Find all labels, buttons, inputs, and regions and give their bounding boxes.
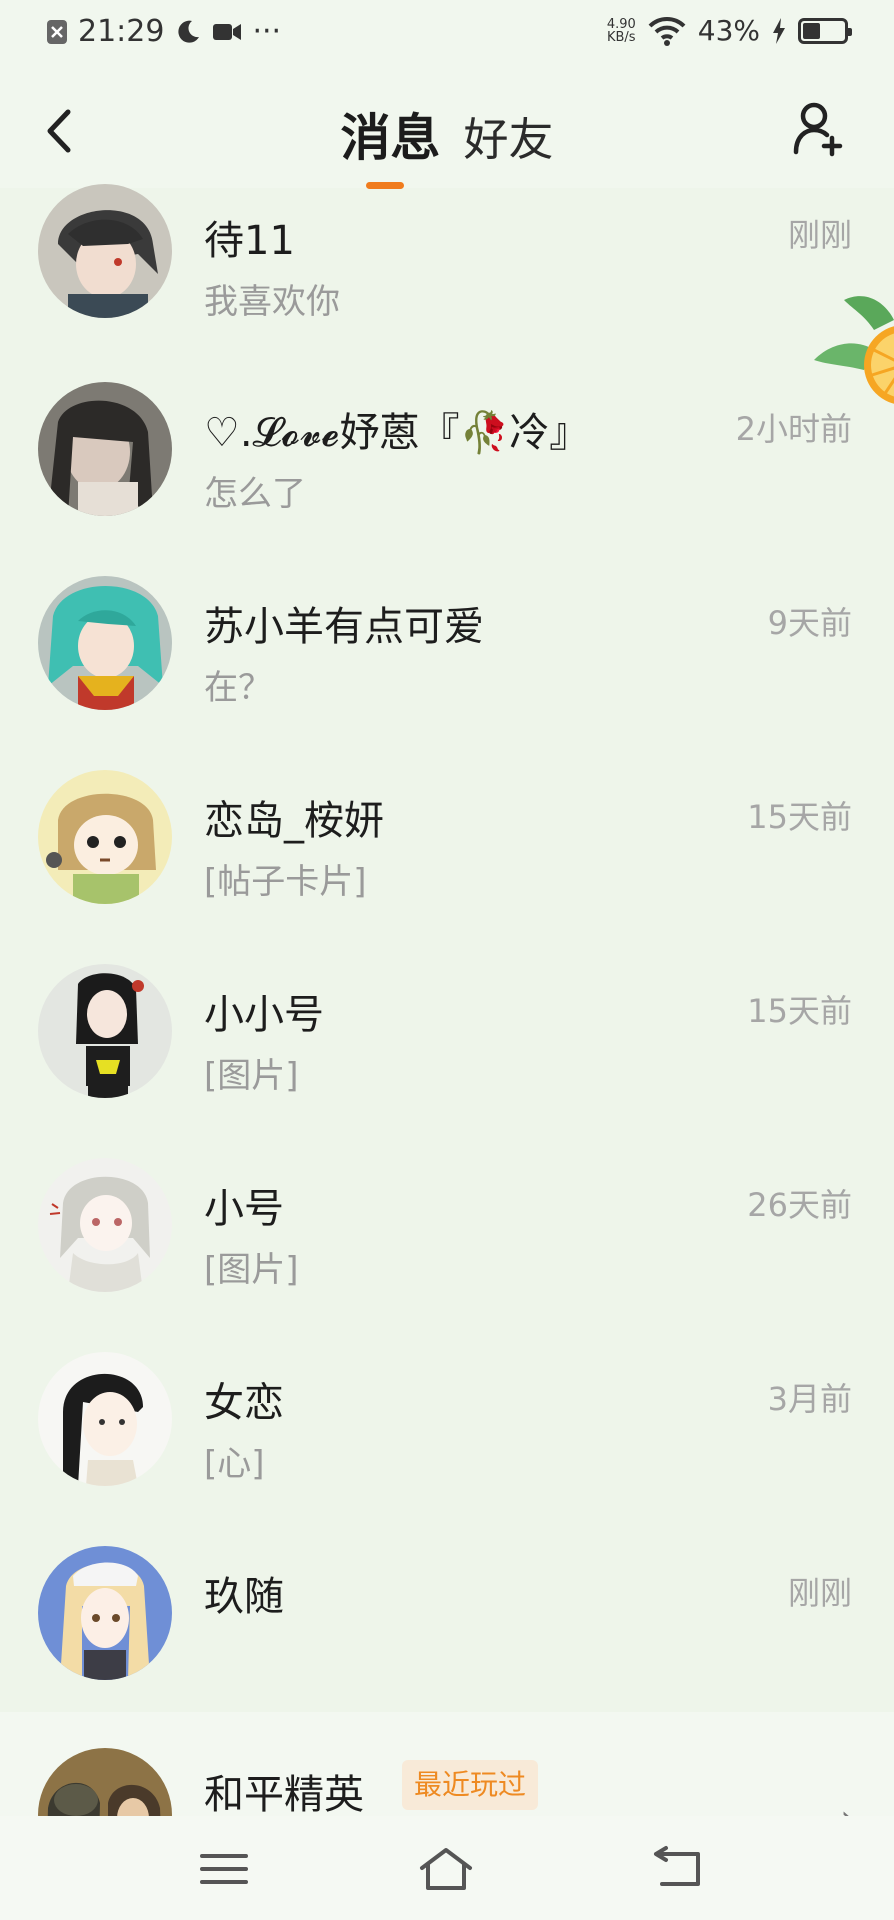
net-speed-unit: KB/s xyxy=(606,29,636,45)
conversation-item[interactable]: 待11 我喜欢你 刚刚 xyxy=(0,184,894,382)
message-time: 26天前 xyxy=(747,1186,852,1224)
status-bar: 21:29 ··· 4.90 KB/s 43% xyxy=(0,0,894,70)
conversation-item[interactable]: 苏小羊有点可爱 在？ 9天前 xyxy=(0,576,894,770)
conversation-item[interactable]: 小号 [图片] 26天前 xyxy=(0,1158,894,1352)
message-time: 刚刚 xyxy=(787,1574,852,1612)
contact-name: ♡.𝓛𝓸𝓿𝓮妤蒽『🥀冷』 xyxy=(204,410,590,456)
contact-name: 小小号 xyxy=(204,992,324,1038)
avatar[interactable] xyxy=(38,770,172,904)
avatar[interactable] xyxy=(38,1546,172,1680)
status-left: 21:29 ··· xyxy=(46,14,281,49)
home-icon[interactable] xyxy=(416,1844,476,1894)
last-message: 怎么了 xyxy=(204,474,306,514)
moon-icon xyxy=(178,20,200,43)
message-time: 15天前 xyxy=(747,992,852,1030)
charging-icon xyxy=(773,17,785,44)
last-message: 我喜欢你 xyxy=(204,282,340,322)
message-time: 刚刚 xyxy=(787,216,852,254)
add-friend-icon[interactable] xyxy=(792,100,844,158)
avatar[interactable] xyxy=(38,1158,172,1292)
header-tabs: 消息 好友 xyxy=(0,98,894,170)
conversation-item[interactable]: 恋岛_桉妍 [帖子卡片] 15天前 xyxy=(0,770,894,964)
battery-level xyxy=(803,22,821,39)
avatar[interactable] xyxy=(38,382,172,516)
last-message: [图片] xyxy=(204,1250,299,1290)
tab-messages[interactable]: 消息 xyxy=(340,109,440,167)
avatar[interactable] xyxy=(38,1352,172,1486)
battery-percent: 43% xyxy=(697,14,760,47)
net-speed-value: 4.90 xyxy=(606,16,636,32)
battery-icon xyxy=(798,17,852,44)
contact-name: 小号 xyxy=(204,1186,284,1232)
wifi-icon xyxy=(648,16,686,46)
recently-played-badge: 最近玩过 xyxy=(402,1760,539,1810)
game-name: 和平精英 xyxy=(204,1772,364,1818)
game-entry[interactable]: 和平精英 最近玩过 › xyxy=(0,1712,894,1882)
header: 消息 好友 xyxy=(0,70,894,189)
message-time: 2小时前 xyxy=(735,410,852,448)
net-speed: 4.90 KB/s xyxy=(607,18,636,44)
conversation-item[interactable]: ♡.𝓛𝓸𝓿𝓮妤蒽『🥀冷』 怎么了 2小时前 xyxy=(0,382,894,576)
conversation-list: 待11 我喜欢你 刚刚 ♡.𝓛𝓸𝓿𝓮妤蒽『🥀冷』 怎么了 2小时前 苏小羊有点可… xyxy=(0,184,894,1740)
video-icon xyxy=(213,23,242,40)
message-time: 3月前 xyxy=(767,1380,852,1418)
conversation-item[interactable]: 玖随 刚刚 xyxy=(0,1546,894,1740)
status-time: 21:29 xyxy=(78,14,165,49)
contact-name: 苏小羊有点可爱 xyxy=(204,604,484,650)
last-message: [帖子卡片] xyxy=(204,862,367,902)
conversation-item[interactable]: 小小号 [图片] 15天前 xyxy=(0,964,894,1158)
last-message: 在？ xyxy=(204,668,272,708)
notification-icon xyxy=(47,19,67,44)
message-time: 15天前 xyxy=(747,798,852,836)
back-nav-icon[interactable] xyxy=(650,1844,710,1894)
tab-friends[interactable]: 好友 xyxy=(464,113,554,166)
status-right: 4.90 KB/s 43% xyxy=(607,14,852,47)
avatar[interactable] xyxy=(38,576,172,710)
conversation-item[interactable]: 女恋 [心] 3月前 xyxy=(0,1352,894,1546)
contact-name: 恋岛_桉妍 xyxy=(204,798,384,844)
avatar[interactable] xyxy=(38,184,172,318)
last-message: [图片] xyxy=(204,1056,299,1096)
contact-name: 女恋 xyxy=(204,1380,284,1426)
contact-name: 待11 xyxy=(204,218,295,264)
last-message: [心] xyxy=(204,1444,265,1484)
contact-name: 玖随 xyxy=(204,1574,284,1620)
message-time: 9天前 xyxy=(767,604,852,642)
system-nav-bar xyxy=(0,1816,894,1920)
menu-icon[interactable] xyxy=(194,1844,254,1894)
more-notifications: ··· xyxy=(252,14,282,49)
avatar[interactable] xyxy=(38,964,172,1098)
